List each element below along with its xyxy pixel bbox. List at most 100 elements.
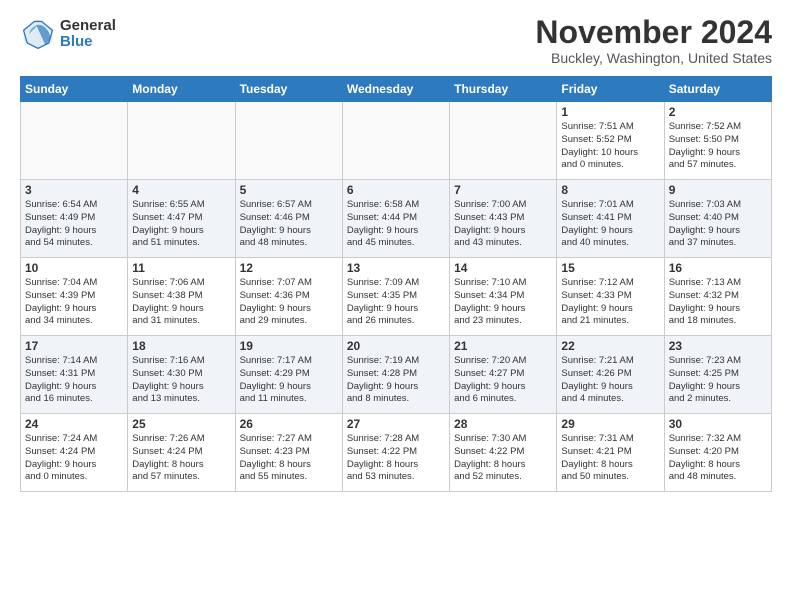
calendar-cell [21,102,128,180]
calendar-week-1: 3 Sunrise: 6:54 AMSunset: 4:49 PMDaylight… [21,180,772,258]
day-info: Sunrise: 7:01 AMSunset: 4:41 PMDaylight:… [561,199,659,250]
calendar-cell [235,102,342,180]
day-number: 3 [25,183,123,197]
col-thursday: Thursday [450,77,557,102]
day-number: 4 [132,183,230,197]
col-saturday: Saturday [664,77,771,102]
calendar-cell: 28Sunrise: 7:30 AMSunset: 4:22 PMDayligh… [450,414,557,492]
calendar-cell: 3 Sunrise: 6:54 AMSunset: 4:49 PMDaylight… [21,180,128,258]
col-tuesday: Tuesday [235,77,342,102]
col-friday: Friday [557,77,664,102]
day-info: Sunrise: 6:58 AMSunset: 4:44 PMDaylight:… [347,199,445,250]
day-number: 20 [347,339,445,353]
title-block: November 2024 Buckley, Washington, Unite… [535,16,772,66]
day-number: 5 [240,183,338,197]
day-info: Sunrise: 7:17 AMSunset: 4:29 PMDaylight:… [240,355,338,406]
day-number: 2 [669,105,767,119]
calendar-week-2: 10Sunrise: 7:04 AMSunset: 4:39 PMDayligh… [21,258,772,336]
calendar-cell: 10Sunrise: 7:04 AMSunset: 4:39 PMDayligh… [21,258,128,336]
calendar-cell: 18Sunrise: 7:16 AMSunset: 4:30 PMDayligh… [128,336,235,414]
calendar-body: 1 Sunrise: 7:51 AMSunset: 5:52 PMDaylight… [21,102,772,492]
calendar-cell: 16Sunrise: 7:13 AMSunset: 4:32 PMDayligh… [664,258,771,336]
calendar-week-4: 24 Sunrise: 7:24 AMSunset: 4:24 PMDayligh… [21,414,772,492]
calendar-cell: 4 Sunrise: 6:55 AMSunset: 4:47 PMDaylight… [128,180,235,258]
day-info: Sunrise: 7:23 AMSunset: 4:25 PMDaylight:… [669,355,767,406]
day-number: 1 [561,105,659,119]
day-number: 13 [347,261,445,275]
day-info: Sunrise: 7:28 AMSunset: 4:22 PMDaylight:… [347,433,445,484]
calendar: Sunday Monday Tuesday Wednesday Thursday… [20,76,772,492]
day-number: 17 [25,339,123,353]
day-number: 14 [454,261,552,275]
calendar-cell: 26 Sunrise: 7:27 AMSunset: 4:23 PMDayligh… [235,414,342,492]
day-number: 16 [669,261,767,275]
day-info: Sunrise: 7:24 AMSunset: 4:24 PMDaylight:… [25,433,123,484]
day-info: Sunrise: 7:04 AMSunset: 4:39 PMDaylight:… [25,277,123,328]
calendar-cell: 20 Sunrise: 7:19 AMSunset: 4:28 PMDayligh… [342,336,449,414]
logo: General Blue [20,16,116,52]
logo-blue: Blue [60,34,116,51]
day-number: 15 [561,261,659,275]
day-info: Sunrise: 7:26 AMSunset: 4:24 PMDaylight:… [132,433,230,484]
day-info: Sunrise: 7:09 AMSunset: 4:35 PMDaylight:… [347,277,445,328]
day-info: Sunrise: 7:06 AMSunset: 4:38 PMDaylight:… [132,277,230,328]
calendar-cell: 17 Sunrise: 7:14 AMSunset: 4:31 PMDayligh… [21,336,128,414]
calendar-cell: 15Sunrise: 7:12 AMSunset: 4:33 PMDayligh… [557,258,664,336]
calendar-cell: 14 Sunrise: 7:10 AMSunset: 4:34 PMDayligh… [450,258,557,336]
calendar-cell: 12Sunrise: 7:07 AMSunset: 4:36 PMDayligh… [235,258,342,336]
calendar-header: Sunday Monday Tuesday Wednesday Thursday… [21,77,772,102]
day-info: Sunrise: 7:52 AMSunset: 5:50 PMDaylight:… [669,121,767,172]
calendar-cell [342,102,449,180]
day-info: Sunrise: 7:14 AMSunset: 4:31 PMDaylight:… [25,355,123,406]
logo-general: General [60,18,116,35]
day-number: 9 [669,183,767,197]
logo-icon [20,16,56,52]
calendar-cell: 24 Sunrise: 7:24 AMSunset: 4:24 PMDayligh… [21,414,128,492]
day-number: 25 [132,417,230,431]
day-number: 6 [347,183,445,197]
calendar-week-3: 17 Sunrise: 7:14 AMSunset: 4:31 PMDayligh… [21,336,772,414]
day-info: Sunrise: 7:30 AMSunset: 4:22 PMDaylight:… [454,433,552,484]
logo-text: General Blue [60,18,116,51]
calendar-cell: 22Sunrise: 7:21 AMSunset: 4:26 PMDayligh… [557,336,664,414]
page: General Blue November 2024 Buckley, Wash… [0,0,792,612]
col-wednesday: Wednesday [342,77,449,102]
day-number: 24 [25,417,123,431]
day-info: Sunrise: 7:03 AMSunset: 4:40 PMDaylight:… [669,199,767,250]
day-info: Sunrise: 6:54 AMSunset: 4:49 PMDaylight:… [25,199,123,250]
location: Buckley, Washington, United States [535,50,772,66]
day-number: 21 [454,339,552,353]
day-info: Sunrise: 7:19 AMSunset: 4:28 PMDaylight:… [347,355,445,406]
header-row: Sunday Monday Tuesday Wednesday Thursday… [21,77,772,102]
day-info: Sunrise: 7:51 AMSunset: 5:52 PMDaylight:… [561,121,659,172]
day-number: 30 [669,417,767,431]
calendar-cell: 1 Sunrise: 7:51 AMSunset: 5:52 PMDaylight… [557,102,664,180]
calendar-cell: 8Sunrise: 7:01 AMSunset: 4:41 PMDaylight… [557,180,664,258]
calendar-cell [450,102,557,180]
calendar-cell: 2 Sunrise: 7:52 AMSunset: 5:50 PMDaylight… [664,102,771,180]
calendar-cell: 19 Sunrise: 7:17 AMSunset: 4:29 PMDayligh… [235,336,342,414]
calendar-cell: 30Sunrise: 7:32 AMSunset: 4:20 PMDayligh… [664,414,771,492]
day-info: Sunrise: 6:55 AMSunset: 4:47 PMDaylight:… [132,199,230,250]
col-sunday: Sunday [21,77,128,102]
day-number: 19 [240,339,338,353]
calendar-cell: 7Sunrise: 7:00 AMSunset: 4:43 PMDaylight… [450,180,557,258]
calendar-cell: 11Sunrise: 7:06 AMSunset: 4:38 PMDayligh… [128,258,235,336]
calendar-cell: 6 Sunrise: 6:58 AMSunset: 4:44 PMDaylight… [342,180,449,258]
col-monday: Monday [128,77,235,102]
day-info: Sunrise: 7:10 AMSunset: 4:34 PMDaylight:… [454,277,552,328]
calendar-cell [128,102,235,180]
day-number: 23 [669,339,767,353]
day-number: 26 [240,417,338,431]
day-number: 29 [561,417,659,431]
day-info: Sunrise: 7:31 AMSunset: 4:21 PMDaylight:… [561,433,659,484]
calendar-cell: 25 Sunrise: 7:26 AMSunset: 4:24 PMDayligh… [128,414,235,492]
day-info: Sunrise: 7:20 AMSunset: 4:27 PMDaylight:… [454,355,552,406]
calendar-cell: 29 Sunrise: 7:31 AMSunset: 4:21 PMDayligh… [557,414,664,492]
day-info: Sunrise: 7:21 AMSunset: 4:26 PMDaylight:… [561,355,659,406]
day-number: 12 [240,261,338,275]
day-info: Sunrise: 7:27 AMSunset: 4:23 PMDaylight:… [240,433,338,484]
calendar-cell: 21 Sunrise: 7:20 AMSunset: 4:27 PMDayligh… [450,336,557,414]
calendar-week-0: 1 Sunrise: 7:51 AMSunset: 5:52 PMDaylight… [21,102,772,180]
day-number: 18 [132,339,230,353]
